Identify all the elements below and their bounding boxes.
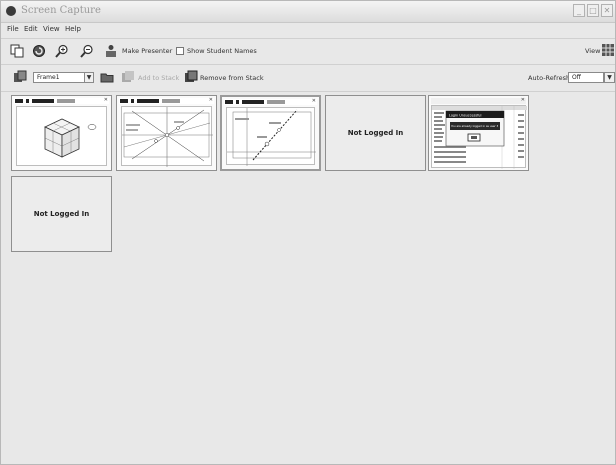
zoom-in-icon[interactable] <box>55 44 69 58</box>
screen-capture-window: Screen Capture _ □ ✕ File Edit View Help… <box>0 0 616 465</box>
thumbnail-header: ✕ <box>224 98 317 105</box>
cube-graphic <box>44 118 97 158</box>
graph-graphic <box>122 107 213 167</box>
file-list-graphic: Login Unsuccessful You are already logge… <box>432 106 527 169</box>
make-presenter-icon[interactable] <box>104 44 118 58</box>
frame-select[interactable]: Frame1 <box>33 72 85 83</box>
grid-view-icon[interactable] <box>601 43 615 57</box>
maximize-button[interactable]: □ <box>587 4 599 17</box>
refresh-icon[interactable] <box>32 44 46 58</box>
student-thumbnail[interactable]: ✕ <box>11 95 112 171</box>
not-logged-in-label: Not Logged In <box>33 210 90 218</box>
thumbnail-header: ✕ <box>119 97 214 104</box>
add-to-stack-button[interactable]: Add to Stack <box>138 74 179 82</box>
folder-icon[interactable] <box>100 70 114 84</box>
thumbnail-screen <box>226 107 316 166</box>
title-bar[interactable]: Screen Capture _ □ ✕ <box>1 1 615 23</box>
zoom-out-icon[interactable] <box>80 44 94 58</box>
not-logged-in-label: Not Logged In <box>347 129 404 137</box>
student-thumbnail[interactable]: ✕ <box>116 95 217 171</box>
student-thumbnail-selected[interactable]: ✕ <box>220 95 321 171</box>
content-separator <box>1 91 615 92</box>
toolbar-separator <box>1 64 615 65</box>
window-title: Screen Capture <box>21 5 101 16</box>
thumbnail-header: ✕ <box>431 97 526 104</box>
add-to-stack-icon <box>122 71 134 82</box>
minimize-button[interactable]: _ <box>573 4 585 17</box>
dialog-title: Login Unsuccessful <box>449 114 481 118</box>
make-presenter-button[interactable]: Make Presenter <box>122 47 172 55</box>
remove-from-stack-icon[interactable] <box>184 70 198 84</box>
show-student-names-checkbox[interactable] <box>176 47 184 55</box>
thumbnail-screen <box>121 106 213 167</box>
frame-dropdown-button[interactable]: ▼ <box>84 72 94 83</box>
student-thumbnail[interactable]: ✕ <box>428 95 529 171</box>
thumbnail-close-icon[interactable]: ✕ <box>209 97 213 103</box>
thumbnail-close-icon[interactable]: ✕ <box>104 97 108 103</box>
view-label: View <box>585 47 601 55</box>
menu-bar: File Edit View Help <box>1 23 615 38</box>
show-student-names-label: Show Student Names <box>187 47 257 55</box>
thumbnail-close-icon[interactable]: ✕ <box>521 97 525 103</box>
thumbnail-screen <box>16 106 107 166</box>
auto-refresh-dropdown-button[interactable]: ▼ <box>604 72 615 83</box>
not-logged-in-thumbnail[interactable]: Not Logged In <box>11 176 112 252</box>
menu-edit[interactable]: Edit <box>24 25 38 33</box>
menu-help[interactable]: Help <box>65 25 81 33</box>
menu-file[interactable]: File <box>7 25 19 33</box>
close-button[interactable]: ✕ <box>601 4 613 17</box>
thumbnail-screen: Login Unsuccessful You are already logge… <box>431 105 527 169</box>
dialog-message: You are already logged in as user 3 <box>451 124 499 128</box>
graph-graphic <box>227 108 316 166</box>
thumbnail-header: ✕ <box>14 97 109 104</box>
not-logged-in-thumbnail[interactable]: Not Logged In <box>325 95 426 171</box>
auto-refresh-label: Auto-Refresh: <box>528 74 573 82</box>
app-icon <box>6 6 16 16</box>
remove-from-stack-button[interactable]: Remove from Stack <box>200 74 264 82</box>
thumbnail-close-icon[interactable]: ✕ <box>312 98 316 104</box>
copy-icon[interactable] <box>10 44 24 58</box>
menu-view[interactable]: View <box>43 25 60 33</box>
auto-refresh-select[interactable]: Off <box>568 72 604 83</box>
frame-icon <box>14 70 27 82</box>
